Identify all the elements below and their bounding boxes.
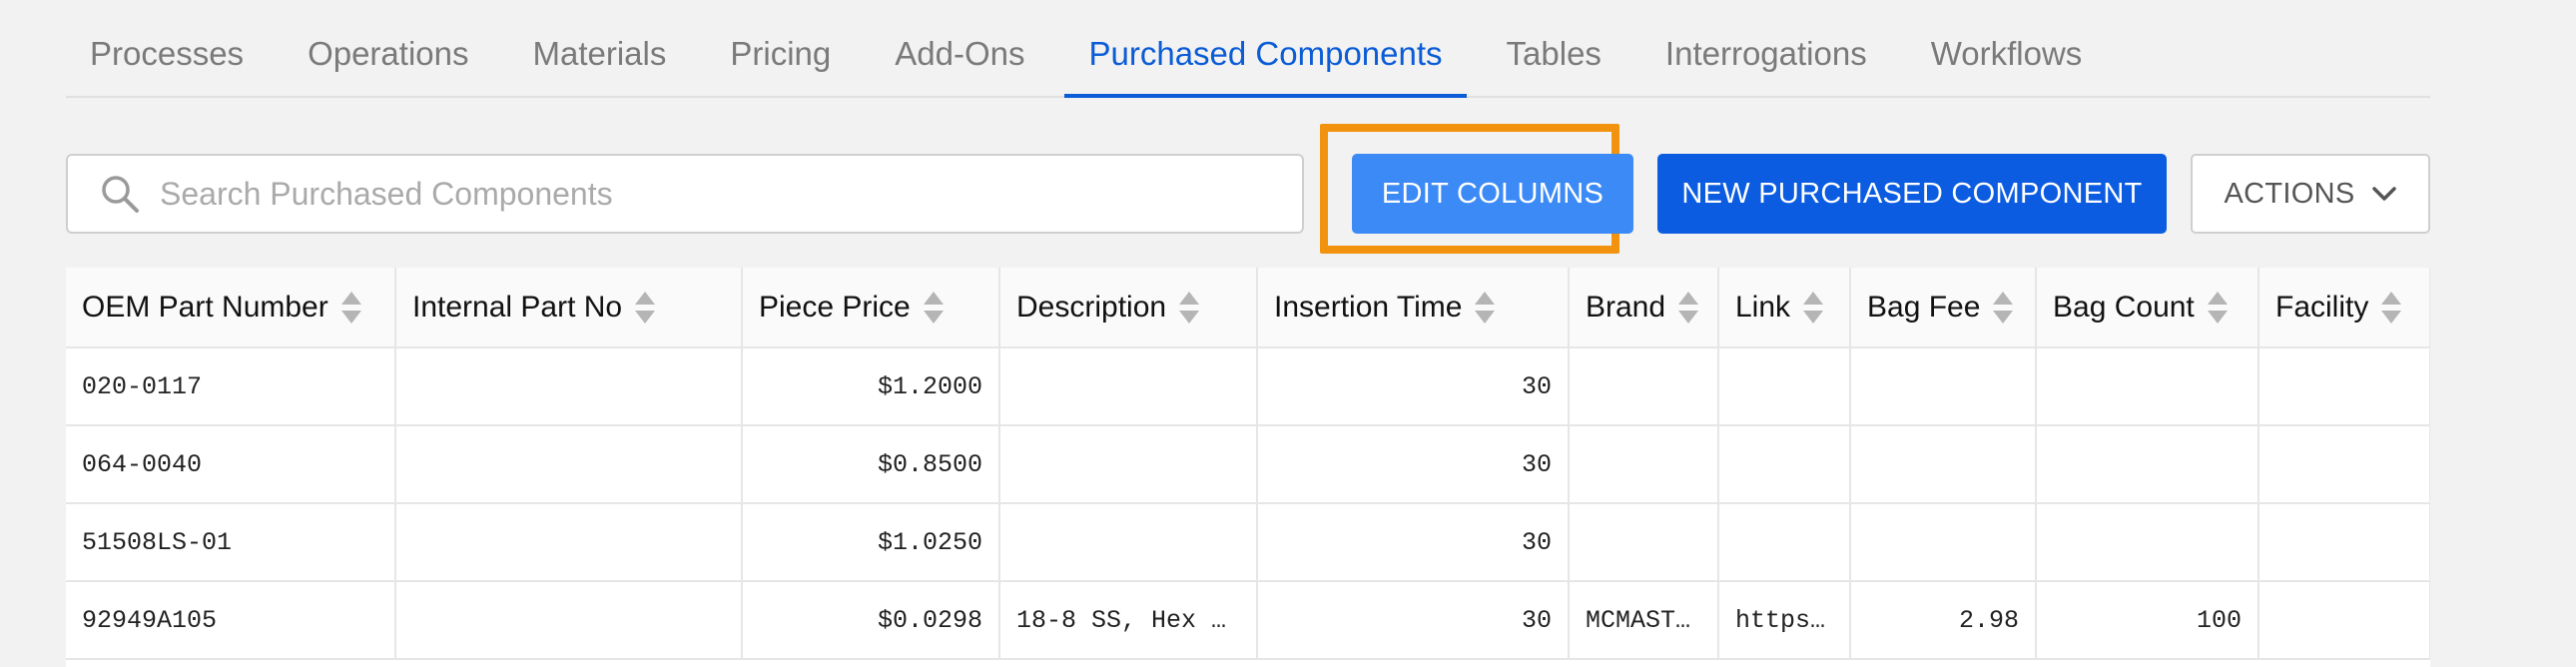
cell-insertion-time: 30 xyxy=(1257,347,1570,426)
cell-insertion-time: 30 xyxy=(1257,425,1570,504)
cell-insertion-time: 30 xyxy=(1257,581,1570,660)
sort-icon[interactable] xyxy=(340,290,362,326)
column-header-insertion-time[interactable]: Insertion Time xyxy=(1257,268,1570,348)
table-row[interactable]: 51508LS-01 $1.0250 30 xyxy=(66,503,2430,582)
cell-link xyxy=(1718,503,1851,582)
column-header-oem-part-number[interactable]: OEM Part Number xyxy=(66,268,396,348)
column-header-link[interactable]: Link xyxy=(1718,268,1851,348)
sort-icon[interactable] xyxy=(923,290,945,326)
cell-internal-part-no xyxy=(395,425,743,504)
column-header-description[interactable]: Description xyxy=(999,268,1258,348)
cell-internal-part-no xyxy=(395,503,743,582)
cell-bag-count xyxy=(2036,425,2259,504)
cell-oem-part-number: 020-0117 xyxy=(66,347,396,426)
cell-description xyxy=(999,425,1258,504)
cell-bag-count xyxy=(2036,347,2259,426)
table-row[interactable]: 020-0117 $1.2000 30 xyxy=(66,347,2430,426)
tab-add-ons[interactable]: Add-Ons xyxy=(895,0,1024,96)
tab-materials[interactable]: Materials xyxy=(533,0,667,96)
cell-piece-price: $1.2000 xyxy=(742,347,1000,426)
cell-piece-price: $0.8500 xyxy=(742,425,1000,504)
cell-internal-part-no xyxy=(395,347,743,426)
cell-facility xyxy=(2258,581,2430,660)
tab-tables[interactable]: Tables xyxy=(1507,0,1602,96)
sort-icon[interactable] xyxy=(2380,290,2402,326)
cell-facility xyxy=(2258,347,2430,426)
cell-facility xyxy=(2258,503,2430,582)
new-purchased-component-button[interactable]: NEW PURCHASED COMPONENT xyxy=(1657,154,2167,234)
column-header-internal-part-no[interactable]: Internal Part No xyxy=(395,268,743,348)
cell-link xyxy=(1718,347,1851,426)
cell-brand xyxy=(1569,503,1719,582)
tab-bar: Processes Operations Materials Pricing A… xyxy=(66,0,2430,98)
cell-description xyxy=(999,347,1258,426)
table-header-row: OEM Part Number Internal Part No Piece P… xyxy=(66,268,2430,348)
tab-interrogations[interactable]: Interrogations xyxy=(1665,0,1867,96)
search-icon xyxy=(92,166,148,222)
cell-bag-count: 100 xyxy=(2036,581,2259,660)
cell-description: 18-8 SS, Hex S… xyxy=(999,581,1258,660)
tab-operations[interactable]: Operations xyxy=(308,0,468,96)
cell-oem-part-number: 92949A105 xyxy=(66,581,396,660)
actions-button[interactable]: ACTIONS xyxy=(2191,154,2430,234)
column-header-piece-price[interactable]: Piece Price xyxy=(742,268,1000,348)
table-row[interactable]: 92949A105 $0.0298 18-8 SS, Hex S… 30 MCM… xyxy=(66,581,2430,660)
cell-piece-price: $0.0298 xyxy=(742,581,1000,660)
sort-icon[interactable] xyxy=(1474,290,1496,326)
cell-bag-fee: 2.98 xyxy=(1850,581,2037,660)
cell-bag-count xyxy=(2036,503,2259,582)
column-header-bag-fee[interactable]: Bag Fee xyxy=(1850,268,2037,348)
sort-icon[interactable] xyxy=(1802,290,1824,326)
sort-icon[interactable] xyxy=(1677,290,1699,326)
search-input[interactable] xyxy=(160,175,1258,213)
cell-oem-part-number: 51508LS-01 xyxy=(66,503,396,582)
cell-brand xyxy=(1569,347,1719,426)
cell-bag-fee xyxy=(1850,503,2037,582)
cell-insertion-time: 30 xyxy=(1257,503,1570,582)
cell-facility xyxy=(2258,425,2430,504)
table-row[interactable]: 064-0040 $0.8500 30 xyxy=(66,425,2430,504)
cell-bag-fee xyxy=(1850,425,2037,504)
sort-icon[interactable] xyxy=(2207,290,2229,326)
cell-description xyxy=(999,503,1258,582)
sort-icon[interactable] xyxy=(1178,290,1200,326)
actions-label: ACTIONS xyxy=(2224,177,2355,210)
cell-bag-fee xyxy=(1850,347,2037,426)
cell-internal-part-no xyxy=(395,581,743,660)
column-header-facility[interactable]: Facility xyxy=(2258,268,2430,348)
cell-brand: MCMASTER xyxy=(1569,581,1719,660)
column-header-bag-count[interactable]: Bag Count xyxy=(2036,268,2259,348)
cell-brand xyxy=(1569,425,1719,504)
tab-processes[interactable]: Processes xyxy=(90,0,244,96)
tab-workflows[interactable]: Workflows xyxy=(1931,0,2083,96)
tab-pricing[interactable]: Pricing xyxy=(730,0,831,96)
components-table: OEM Part Number Internal Part No Piece P… xyxy=(66,268,2430,667)
cell-oem-part-number: 064-0040 xyxy=(66,425,396,504)
chevron-down-icon xyxy=(2371,186,2397,202)
tab-purchased-components[interactable]: Purchased Components xyxy=(1064,0,1467,98)
edit-columns-button[interactable]: EDIT COLUMNS xyxy=(1352,154,1633,234)
search-box[interactable] xyxy=(66,154,1304,234)
cell-link xyxy=(1718,425,1851,504)
sort-icon[interactable] xyxy=(1992,290,2014,326)
cell-link[interactable]: https… xyxy=(1718,581,1851,660)
sort-icon[interactable] xyxy=(634,290,656,326)
cell-piece-price: $1.0250 xyxy=(742,503,1000,582)
column-header-brand[interactable]: Brand xyxy=(1569,268,1719,348)
